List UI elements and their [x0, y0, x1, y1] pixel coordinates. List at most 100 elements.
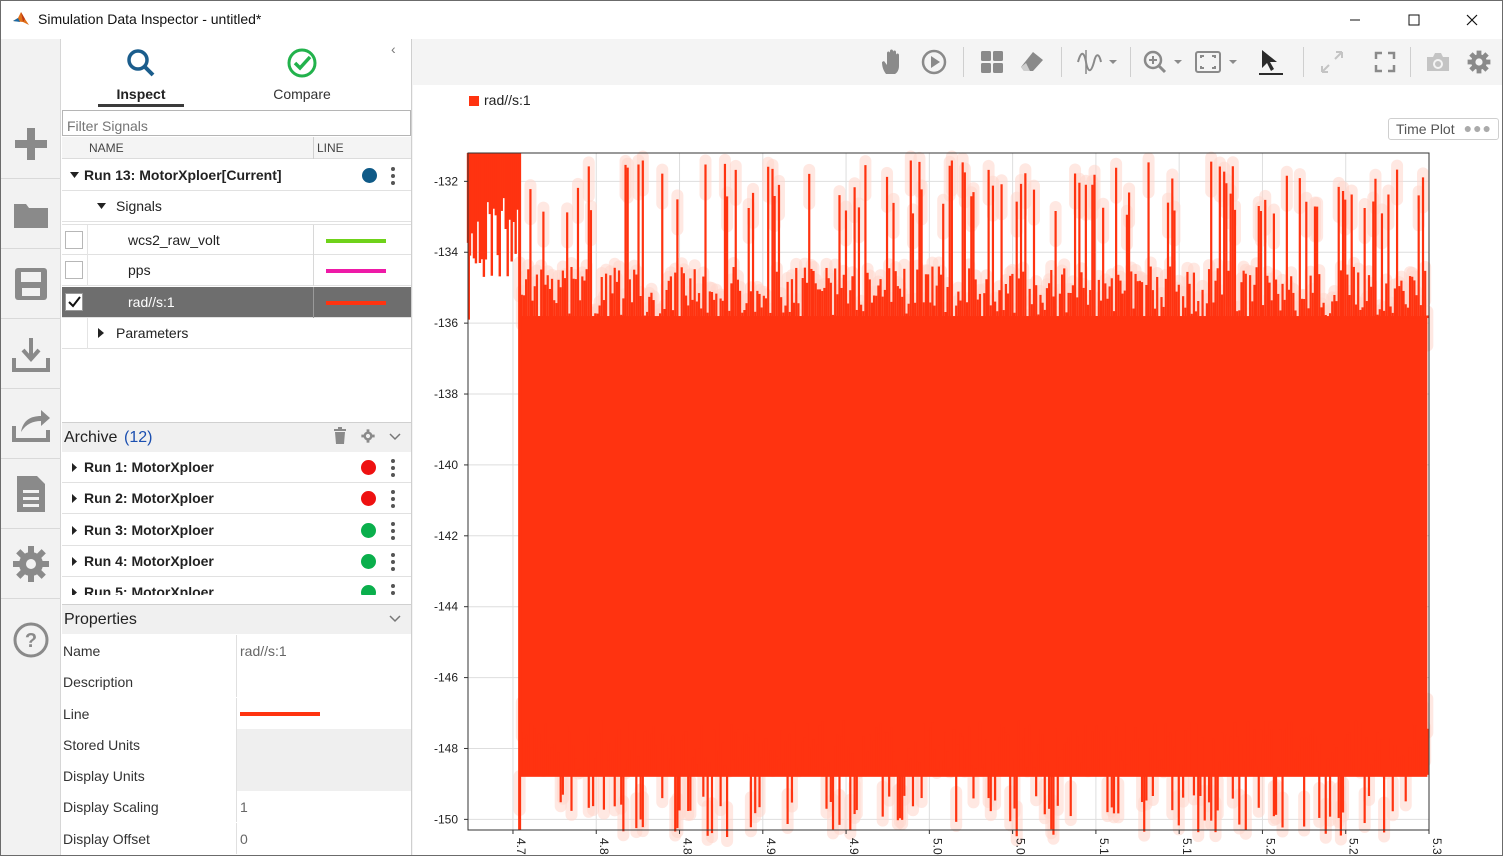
- current-run-row[interactable]: Run 13: MotorXploer[Current]: [62, 160, 411, 191]
- zoom-button[interactable]: [1141, 47, 1187, 77]
- archive-run-row[interactable]: Run 1: MotorXploer: [62, 452, 411, 483]
- open-button[interactable]: [1, 179, 61, 249]
- preferences-button[interactable]: [1, 529, 61, 599]
- chevron-down-icon[interactable]: [389, 615, 401, 623]
- archive-run-label: Run 3: MotorXploer: [84, 521, 214, 538]
- run-color-dot[interactable]: [361, 491, 376, 507]
- run-options-menu[interactable]: [391, 521, 395, 543]
- property-row: Display Units: [62, 760, 411, 791]
- run-options-menu[interactable]: [391, 167, 395, 188]
- run-color-dot[interactable]: [361, 585, 376, 595]
- report-button[interactable]: [1, 459, 61, 529]
- run-color-dot[interactable]: [362, 168, 377, 183]
- run-color-dot[interactable]: [361, 460, 376, 475]
- signal-checkbox[interactable]: [65, 231, 83, 249]
- collapsed-caret-icon[interactable]: [72, 588, 78, 595]
- time-plot-badge[interactable]: Time Plot ●●●: [1388, 118, 1499, 140]
- collapsed-caret-icon[interactable]: [72, 525, 78, 535]
- archive-settings-icon[interactable]: [361, 429, 375, 443]
- maximize-icon: [1408, 14, 1420, 26]
- collapsed-caret-icon[interactable]: [72, 556, 78, 566]
- archive-label: Archive: [64, 429, 118, 446]
- run-color-dot[interactable]: [361, 522, 376, 538]
- pan-button[interactable]: [876, 47, 908, 77]
- archive-run-label: Run 4: MotorXploer: [84, 552, 214, 569]
- more-options-icon[interactable]: ●●●: [1464, 120, 1492, 136]
- snapshot-button[interactable]: [1422, 47, 1454, 77]
- tab-compare[interactable]: Compare: [242, 39, 362, 109]
- signal-wave-icon: [1077, 50, 1117, 74]
- signal-row[interactable]: wcs2_raw_volt: [62, 224, 411, 256]
- property-key: Name: [63, 643, 101, 659]
- signal-row[interactable]: pps: [62, 255, 411, 286]
- chevron-down-icon[interactable]: [389, 433, 401, 441]
- archive-run-row[interactable]: Run 5: MotorXploer: [62, 577, 411, 595]
- archive-header[interactable]: Archive (12): [62, 422, 411, 452]
- x-tick-label: 5.100e+5: [1097, 838, 1111, 856]
- collapsed-caret-icon[interactable]: [72, 494, 78, 504]
- expand-caret-icon[interactable]: [97, 203, 106, 210]
- signal-row-selected[interactable]: rad//s:1: [62, 287, 411, 318]
- run-options-menu[interactable]: [391, 490, 395, 511]
- run-color-dot[interactable]: [361, 553, 376, 569]
- fullscreen-button[interactable]: [1369, 47, 1401, 77]
- column-line-header[interactable]: LINE: [317, 141, 344, 155]
- fit-view-button[interactable]: [1193, 47, 1241, 77]
- play-button[interactable]: [918, 47, 950, 77]
- column-divider[interactable]: [313, 137, 314, 159]
- filter-signals-input[interactable]: [62, 110, 411, 136]
- close-button[interactable]: [1449, 1, 1495, 39]
- signal-name: rad//s:1: [128, 294, 175, 310]
- signal-checkbox[interactable]: [65, 261, 83, 279]
- property-row: Display Scaling 1: [62, 791, 411, 822]
- archive-run-row[interactable]: Run 4: MotorXploer: [62, 546, 411, 577]
- parameters-group-label: Parameters: [116, 325, 189, 341]
- save-button[interactable]: [1, 249, 61, 319]
- property-value-cell[interactable]: [236, 729, 411, 760]
- parameters-group-row[interactable]: Parameters: [62, 318, 411, 349]
- expand-button[interactable]: [1316, 47, 1348, 77]
- property-value-cell[interactable]: [236, 791, 411, 822]
- plot-settings-button[interactable]: [1463, 47, 1495, 77]
- properties-header[interactable]: Properties: [62, 604, 411, 634]
- x-tick-label: 5.050e+5: [1014, 838, 1028, 856]
- collapse-panel-button[interactable]: ‹: [391, 41, 396, 57]
- signal-checkbox-checked[interactable]: [65, 293, 83, 311]
- time-plot-chart[interactable]: -132 -134 -136 -138 -140 -142 -144 -146 -148 -150…: [413, 85, 1502, 856]
- import-button[interactable]: [1, 319, 61, 389]
- trash-icon[interactable]: [333, 427, 347, 445]
- tab-inspect[interactable]: Inspect: [81, 39, 201, 109]
- help-button[interactable]: ?: [1, 605, 61, 675]
- run-options-menu[interactable]: [391, 459, 395, 480]
- property-line-swatch[interactable]: [240, 712, 320, 716]
- property-value-cell[interactable]: [236, 760, 411, 791]
- tab-inspect-label: Inspect: [116, 86, 166, 102]
- new-session-button[interactable]: [1, 109, 61, 179]
- signals-group-row[interactable]: Signals: [62, 191, 411, 222]
- property-value-cell[interactable]: [236, 666, 411, 697]
- collapsed-caret-icon[interactable]: [72, 463, 78, 472]
- minimize-button[interactable]: [1332, 1, 1378, 39]
- archive-run-row[interactable]: Run 3: MotorXploer: [62, 515, 411, 546]
- signal-line-style[interactable]: [326, 301, 386, 305]
- select-cursor-button[interactable]: [1255, 47, 1287, 77]
- export-button[interactable]: [1, 389, 61, 459]
- clear-button[interactable]: [1016, 47, 1048, 77]
- data-cursor-button[interactable]: [1073, 47, 1121, 77]
- archive-run-row[interactable]: Run 2: MotorXploer: [62, 483, 411, 515]
- run-options-menu[interactable]: [391, 584, 395, 595]
- layout-button[interactable]: [976, 47, 1008, 77]
- toolbar-separator: [1061, 47, 1062, 77]
- maximize-button[interactable]: [1391, 1, 1437, 39]
- matlab-logo-icon: [13, 12, 29, 25]
- property-value-cell[interactable]: [236, 823, 411, 854]
- y-tick-label: -148: [434, 741, 458, 755]
- property-key: Display Offset: [63, 831, 150, 847]
- expand-caret-icon[interactable]: [70, 172, 79, 179]
- collapsed-caret-icon[interactable]: [98, 328, 105, 338]
- signal-line-style[interactable]: [326, 239, 386, 243]
- signal-line-style[interactable]: [326, 269, 386, 273]
- run-options-menu[interactable]: [391, 552, 395, 574]
- x-tick-label: 5.250e+5: [1347, 838, 1361, 856]
- column-name-header[interactable]: NAME: [89, 141, 124, 155]
